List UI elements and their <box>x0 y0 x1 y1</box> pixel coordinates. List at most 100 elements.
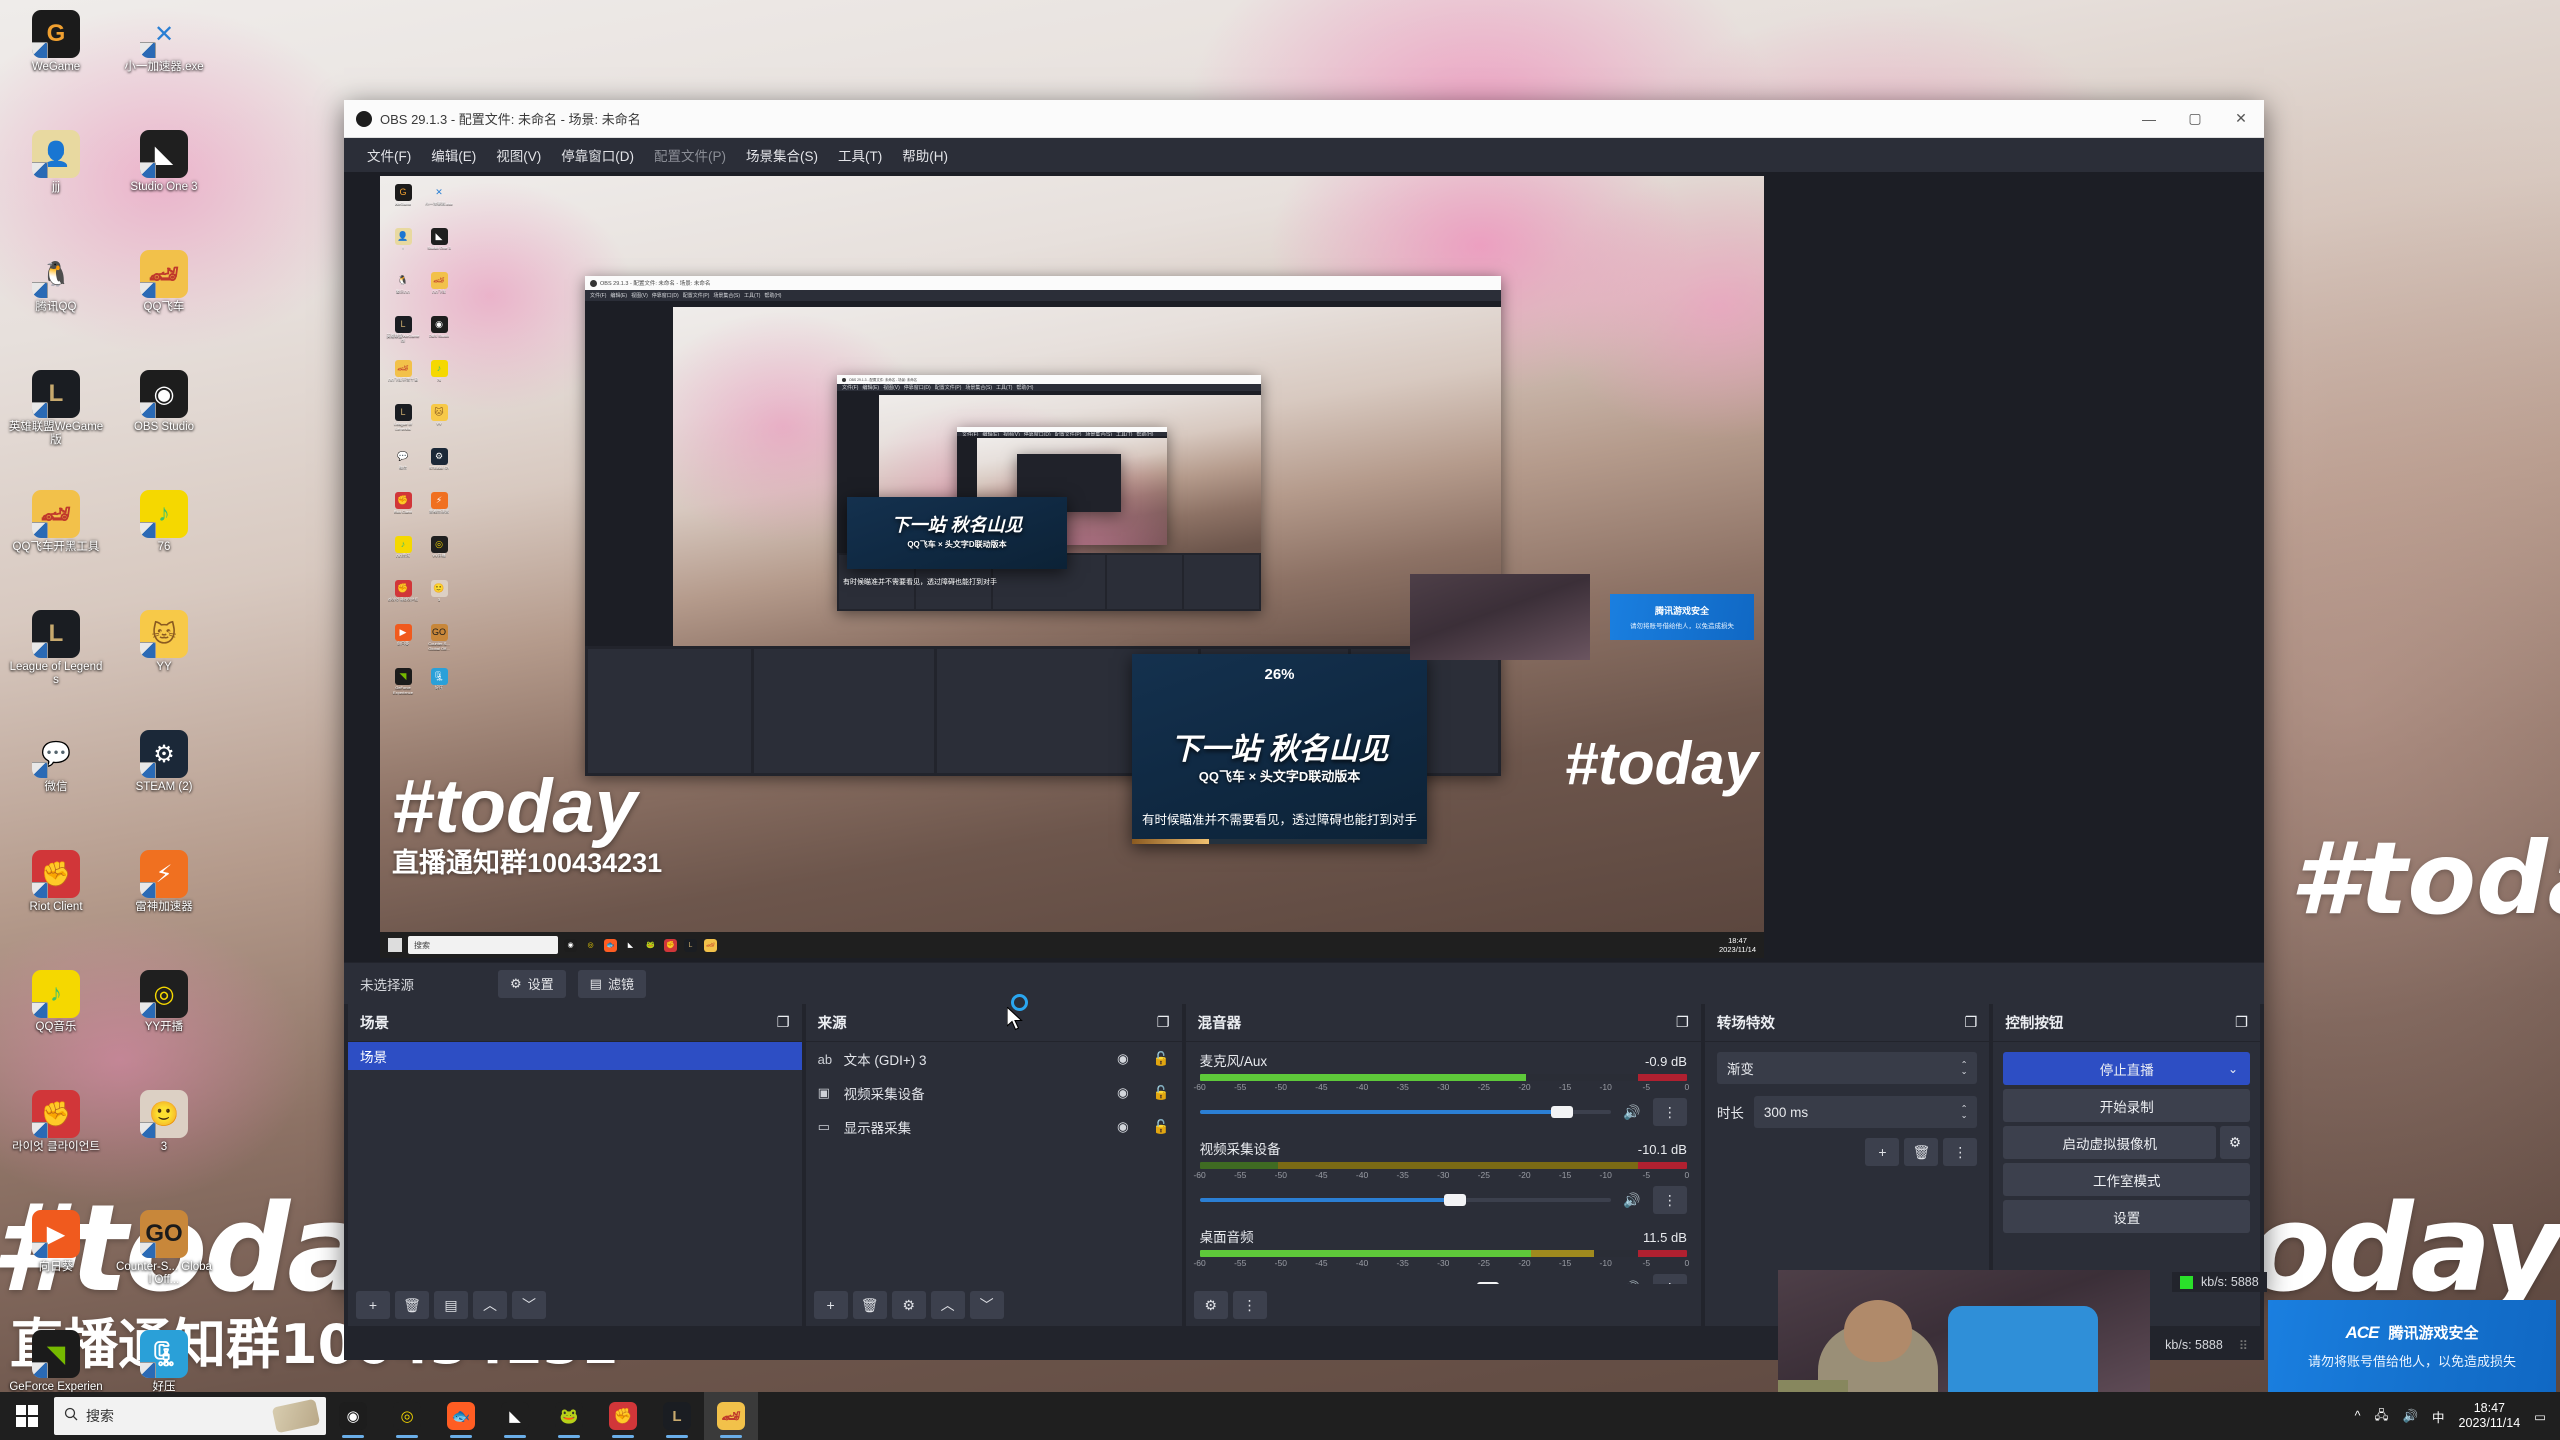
action-center-icon[interactable]: ▭ <box>2534 1409 2546 1424</box>
control-button-0[interactable]: 停止直播 ⌄ <box>2003 1052 2250 1085</box>
control-button-4[interactable]: 设置 <box>2003 1200 2250 1233</box>
scene-filters-button[interactable]: ▤ <box>434 1291 468 1319</box>
popout-icon[interactable]: ❐ <box>1157 1015 1170 1031</box>
taskbar-app-douyu[interactable]: 🐟 <box>434 1392 488 1440</box>
chevron-down-icon[interactable]: ⌄ <box>2228 1062 2238 1076</box>
menu-item-6[interactable]: 工具(T) <box>829 140 891 170</box>
preview-canvas[interactable]: G WeGame ✕ 小一加速器.exe 👤 jjj ◣ Studio One 3 🐧 腾讯QQ 🏎… <box>380 176 1764 958</box>
resize-grip[interactable]: ⠿ <box>2239 1338 2248 1353</box>
popout-icon[interactable]: ❐ <box>1676 1015 1689 1031</box>
eye-icon[interactable]: ◉ <box>1117 1051 1129 1067</box>
desktop-icon-13[interactable]: ⚙ STEAM (2) <box>114 724 214 842</box>
menu-item-2[interactable]: 视图(V) <box>487 140 550 170</box>
remove-source-button[interactable]: 🗑 <box>852 1291 887 1319</box>
add-scene-button[interactable]: + <box>356 1291 390 1319</box>
mixer-channel-menu-button[interactable]: ⋮ <box>1652 1186 1687 1214</box>
add-source-button[interactable]: + <box>813 1291 848 1319</box>
move-scene-down-button[interactable]: ﹀ <box>512 1291 546 1319</box>
mixer-menu-button[interactable]: ⋮ <box>1232 1291 1267 1319</box>
desktop-icon-21[interactable]: GO Counter-S... Global Off... <box>114 1204 214 1322</box>
menu-item-5[interactable]: 场景集合(S) <box>737 140 827 170</box>
desktop-icon-2[interactable]: 👤 jjj <box>6 124 106 242</box>
source-row[interactable]: ▭ 显示器采集 ◉ 🔓 <box>806 1110 1182 1144</box>
desktop-icon-3[interactable]: ◣ Studio One 3 <box>114 124 214 242</box>
duration-stepper[interactable]: ⌃ ⌄ <box>1961 1105 1968 1120</box>
lock-icon[interactable]: 🔓 <box>1153 1085 1170 1101</box>
mute-icon[interactable]: 🔊 <box>1621 1189 1643 1211</box>
desktop-icon-0[interactable]: G WeGame <box>6 4 106 122</box>
mute-icon[interactable]: 🔊 <box>1621 1277 1643 1285</box>
desktop-icon-4[interactable]: 🐧 腾讯QQ <box>6 244 106 362</box>
volume-slider[interactable] <box>1200 1281 1611 1284</box>
taskbar-app-studio-one[interactable]: ◣ <box>488 1392 542 1440</box>
desktop-icon-14[interactable]: ✊ Riot Client <box>6 844 106 962</box>
scene-list-item[interactable]: 场景 <box>348 1042 802 1070</box>
source-filters-button[interactable]: ▤ 滤镜 <box>577 969 646 998</box>
taskbar-app-league-of-legends[interactable]: L <box>650 1392 704 1440</box>
taskbar-search-box[interactable]: 搜索 <box>54 1397 326 1435</box>
eye-icon[interactable]: ◉ <box>1117 1085 1129 1101</box>
desktop-icon-18[interactable]: ✊ 라이엇 클라이언트 <box>6 1084 106 1202</box>
desktop-icon-15[interactable]: ⚡ 雷神加速器 <box>114 844 214 962</box>
minimize-button[interactable]: — <box>2126 100 2172 138</box>
mute-icon[interactable]: 🔊 <box>1621 1101 1643 1123</box>
taskbar-app-riot-client[interactable]: ✊ <box>596 1392 650 1440</box>
virtualcam-settings-gear-icon[interactable]: ⚙ <box>2220 1126 2250 1159</box>
lock-icon[interactable]: 🔓 <box>1153 1051 1170 1067</box>
taskbar-clock[interactable]: 18:47 2023/11/14 <box>2459 1401 2521 1431</box>
volume-slider[interactable] <box>1199 1193 1611 1207</box>
desktop-icon-11[interactable]: 🐱 YY <box>114 604 214 722</box>
desktop-icon-1[interactable]: ✕ 小一加速器.exe <box>114 4 214 122</box>
control-button-1[interactable]: 开始录制 <box>2003 1089 2250 1122</box>
obs-preview-area[interactable]: G WeGame ✕ 小一加速器.exe 👤 jjj ◣ Studio One 3 🐧 腾讯QQ 🏎… <box>344 172 2264 962</box>
taskbar-app-frog-app[interactable]: 🐸 <box>542 1392 596 1440</box>
move-source-up-button[interactable]: ︿ <box>930 1291 965 1319</box>
sources-list[interactable]: ab 文本 (GDI+) 3 ◉ 🔓 ▣ 视频采集设备 ◉ 🔓 ▭ 显示器采集 ◉ 🔓 <box>806 1042 1182 1284</box>
eye-icon[interactable]: ◉ <box>1117 1119 1129 1135</box>
ime-indicator[interactable]: 中 <box>2432 1407 2445 1426</box>
mixer-settings-button[interactable]: ⚙ <box>1193 1291 1228 1319</box>
move-scene-up-button[interactable]: ︿ <box>473 1291 507 1319</box>
duration-input[interactable]: 300 ms ⌃ ⌄ <box>1753 1096 1978 1128</box>
menu-item-7[interactable]: 帮助(H) <box>893 140 957 170</box>
popout-icon[interactable]: ❐ <box>777 1015 790 1031</box>
mixer-channel-menu-button[interactable]: ⋮ <box>1652 1098 1687 1126</box>
desktop-icon-16[interactable]: ♪ QQ音乐 <box>6 964 106 1082</box>
source-row[interactable]: ▣ 视频采集设备 ◉ 🔓 <box>806 1076 1182 1110</box>
volume-icon[interactable]: 🔊 <box>2402 1409 2418 1424</box>
transition-menu-button[interactable]: ⋮ <box>1943 1138 1978 1166</box>
taskbar-app-obs-studio[interactable]: ◉ <box>326 1392 380 1440</box>
desktop-icon-9[interactable]: ♪ 76 <box>114 484 214 602</box>
source-row[interactable]: ab 文本 (GDI+) 3 ◉ 🔓 <box>806 1042 1182 1076</box>
desktop-icon-5[interactable]: 🏎 QQ飞车 <box>114 244 214 362</box>
scenes-list[interactable]: 场景 <box>348 1042 802 1284</box>
desktop-icon-12[interactable]: 💬 微信 <box>6 724 106 842</box>
taskbar-app-qq-speed[interactable]: 🏎 <box>704 1392 758 1440</box>
remove-transition-button[interactable]: 🗑 <box>1904 1138 1939 1166</box>
mixer-channel-menu-button[interactable]: ⋮ <box>1652 1274 1687 1284</box>
maximize-button[interactable]: ▢ <box>2172 100 2218 138</box>
control-button-2[interactable]: 启动虚拟摄像机 ⚙ <box>2003 1126 2250 1159</box>
lock-icon[interactable]: 🔓 <box>1153 1119 1170 1135</box>
tray-chevron-icon[interactable]: ^ <box>2355 1409 2361 1423</box>
menu-item-0[interactable]: 文件(F) <box>358 140 420 170</box>
add-transition-button[interactable]: + <box>1865 1138 1900 1166</box>
start-button[interactable] <box>0 1392 54 1440</box>
source-settings-button[interactable]: ⚙ 设置 <box>498 969 566 998</box>
close-button[interactable]: ✕ <box>2218 100 2264 138</box>
menu-item-4[interactable]: 配置文件(P) <box>645 140 735 170</box>
popout-icon[interactable]: ❐ <box>2235 1015 2248 1031</box>
desktop-icon-20[interactable]: ▶ 向日葵 <box>6 1204 106 1322</box>
network-icon[interactable]: 🖧 <box>2375 1406 2389 1427</box>
mixer-channel-list[interactable]: 麦克风/Aux -0.9 dB -60 -55 -50 -45 -40 -35 -30 -25 -2… <box>1186 1042 1701 1284</box>
source-properties-button[interactable]: ⚙ <box>891 1291 926 1319</box>
remove-scene-button[interactable]: 🗑 <box>395 1291 429 1319</box>
menu-item-1[interactable]: 编辑(E) <box>422 140 485 170</box>
desktop-icon-7[interactable]: ◉ OBS Studio <box>114 364 214 482</box>
popout-icon[interactable]: ❐ <box>1964 1015 1977 1031</box>
transition-select[interactable]: 渐变 ⌃ ⌄ <box>1716 1052 1978 1084</box>
desktop-icon-8[interactable]: 🏎 QQ飞车开黑工具 <box>6 484 106 602</box>
desktop-icon-17[interactable]: ◎ YY开播 <box>114 964 214 1082</box>
desktop-icon-10[interactable]: L League of Legends <box>6 604 106 722</box>
menu-item-3[interactable]: 停靠窗口(D) <box>552 140 643 170</box>
